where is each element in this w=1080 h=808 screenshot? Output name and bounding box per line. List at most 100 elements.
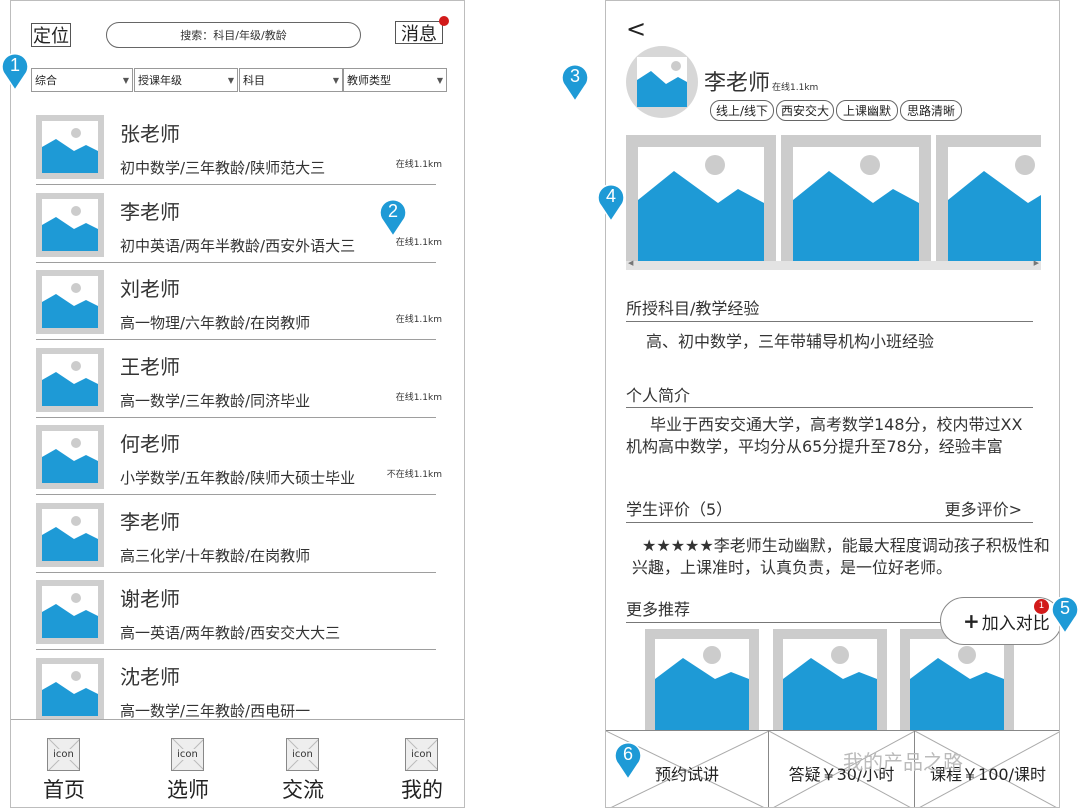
subjects-title: 所授科目/教学经验 (626, 299, 760, 318)
teacher-distance: 在线1.1km (395, 160, 442, 170)
tab-label: 选师 (167, 778, 209, 802)
teacher-name: 王老师 (120, 354, 180, 379)
tab-home[interactable]: icon 首页 (37, 738, 97, 807)
teacher-name: 刘老师 (120, 277, 180, 301)
tag: 上课幽默 (836, 100, 898, 121)
gallery-image[interactable] (936, 135, 1041, 261)
teacher-photo (36, 580, 104, 644)
more-reviews-link[interactable]: 更多评价> (945, 496, 1022, 520)
tag: 思路清晰 (900, 100, 962, 121)
reviews-title: 学生评价（5） (626, 500, 733, 519)
annotation-marker: 4 (596, 183, 626, 223)
gallery-scrollbar[interactable]: ◀ ▶ (626, 259, 1041, 270)
watermark: 我的产品之路 (843, 750, 963, 774)
annotation-marker: 1 (0, 52, 30, 92)
filter-label: 授课年级 (138, 74, 182, 87)
filter-grade[interactable]: 授课年级 ▼ (134, 68, 238, 92)
teacher-photo (36, 502, 104, 567)
teacher-desc: 高一数学/三年教龄/同济毕业 (120, 391, 311, 410)
community-icon: icon (286, 738, 319, 771)
tab-label: 我的 (401, 778, 443, 802)
tab-mine[interactable]: icon 我的 (395, 738, 455, 807)
back-button[interactable]: < (626, 15, 646, 43)
teacher-row[interactable]: 刘老师高一物理/六年教龄/在岗教师 在线1.1km (36, 263, 442, 340)
teacher-desc: 初中数学/三年教龄/陕师范大三 (120, 159, 326, 177)
gallery-image[interactable] (781, 135, 931, 261)
filter-teacher-type[interactable]: 教师类型 ▼ (343, 68, 447, 92)
chevron-down-icon: ▼ (227, 76, 234, 85)
tab-label: 交流 (282, 778, 324, 802)
review-text: ★★★★★李老师生动幽默，能最大程度调动孩子积极性和兴趣，上课准时，认真负责，是… (632, 536, 1050, 577)
teacher-row[interactable]: 谢老师高一英语/两年教龄/西安交大大三 (36, 573, 436, 650)
teacher-desc: 高一英语/两年教龄/西安交大大三 (120, 624, 341, 642)
scroll-left-icon[interactable]: ◀ (628, 259, 633, 267)
teacher-photo (36, 657, 104, 720)
teacher-photo (36, 425, 104, 489)
recommend-card[interactable] (900, 629, 1014, 739)
teacher-name: 谢老师 (120, 587, 180, 611)
teacher-name: 李老师 (120, 199, 180, 224)
teacher-name: 何老师 (120, 432, 180, 456)
recommend-card[interactable] (645, 629, 759, 739)
teacher-photo (36, 115, 104, 179)
filter-overall[interactable]: 综合 ▼ (31, 68, 133, 92)
select-teacher-icon: icon (171, 738, 204, 771)
recommend-title: 更多推荐 (626, 600, 691, 619)
chevron-down-icon: ▼ (332, 76, 339, 85)
teacher-photo (36, 270, 104, 334)
compare-count-badge: 1 (1034, 599, 1049, 614)
tag: 西安交大 (776, 100, 834, 121)
chevron-down-icon: ▼ (436, 76, 443, 85)
teacher-row[interactable]: 王老师高一数学/三年教龄/同济毕业 在线1.1km (36, 341, 442, 418)
teacher-name: 李老师 (120, 509, 180, 534)
intro-title: 个人简介 (626, 386, 691, 405)
recommend-card[interactable] (773, 629, 887, 739)
annotation-marker: 6 (613, 741, 643, 781)
teacher-row[interactable]: 李老师高三化学/十年教龄/在岗教师 (36, 496, 436, 573)
annotation-marker: 2 (378, 198, 408, 238)
annotation-marker: 3 (560, 63, 590, 103)
teacher-name: 张老师 (120, 122, 180, 146)
gallery-image[interactable] (626, 135, 776, 261)
teacher-distance: 不在线1.1km (386, 470, 442, 480)
tab-community[interactable]: icon 交流 (276, 738, 336, 807)
teacher-desc: 高三化学/十年教龄/在岗教师 (120, 546, 311, 565)
filter-label: 教师类型 (347, 74, 391, 87)
subjects-text: 高、初中数学，三年带辅导机构小班经验 (646, 332, 935, 351)
search-input[interactable]: 搜索：科目/年级/教龄 (106, 22, 361, 48)
avatar (626, 46, 698, 118)
locate-button[interactable]: 定位 (31, 23, 71, 47)
teacher-row[interactable]: 张老师初中数学/三年教龄/陕师范大三 在线1.1km (36, 108, 442, 185)
divider (626, 321, 1033, 322)
teacher-desc: 初中英语/两年半教龄/西安外语大三 (120, 236, 356, 255)
plus-icon: + (963, 609, 980, 633)
divider (626, 522, 1033, 523)
teacher-list-screen: 定位 搜索：科目/年级/教龄 消息 综合 ▼ 授课年级 ▼ 科目 ▼ 教师类型 ▼ 张老… (10, 0, 465, 808)
teacher-desc: 高一数学/三年教龄/西电研一 (120, 701, 311, 720)
filter-label: 综合 (35, 74, 57, 87)
profile-icon: icon (405, 738, 438, 771)
teacher-detail-screen: < 李老师 在线1.1km 线上/线下 西安交大 上课幽默 思路清晰 ◀ ▶ 所授… (605, 0, 1060, 808)
teacher-desc: 高一物理/六年教龄/在岗教师 (120, 314, 311, 332)
teacher-row[interactable]: 李老师 初中英语/两年半教龄/西安外语大三 在线1.1km (36, 186, 442, 263)
bottom-action-bar: 预约试讲 答疑￥30/小时 课程￥100/课时 (606, 730, 1059, 807)
message-badge (439, 16, 449, 26)
home-icon: icon (47, 738, 80, 771)
chevron-down-icon: ▼ (122, 76, 129, 85)
filter-subject[interactable]: 科目 ▼ (239, 68, 343, 92)
tab-select-teacher[interactable]: icon 选师 (161, 738, 221, 807)
annotation-marker: 5 (1050, 595, 1080, 635)
tab-label: 首页 (43, 778, 85, 802)
teacher-row[interactable]: 何老师 小学数学/五年教龄/陕师大硕士毕业 不在线1.1km (36, 418, 442, 495)
teacher-photo (36, 347, 104, 412)
teacher-distance: 在线1.1km (395, 392, 442, 403)
online-status: 在线1.1km (772, 83, 819, 93)
teacher-name: 沈老师 (120, 664, 180, 689)
teacher-row[interactable]: 沈老师高一数学/三年教龄/西电研一 (36, 651, 436, 720)
teacher-distance: 在线1.1km (395, 315, 442, 325)
message-button[interactable]: 消息 (395, 21, 443, 45)
tab-bar: icon 首页 icon 选师 icon 交流 icon 我的 (11, 719, 464, 807)
scroll-right-icon[interactable]: ▶ (1034, 259, 1039, 267)
divider (626, 407, 1033, 408)
intro-text: 毕业于西安交通大学，高考数学148分，校内带过XX机构高中数学，平均分从65分提… (626, 415, 1023, 456)
